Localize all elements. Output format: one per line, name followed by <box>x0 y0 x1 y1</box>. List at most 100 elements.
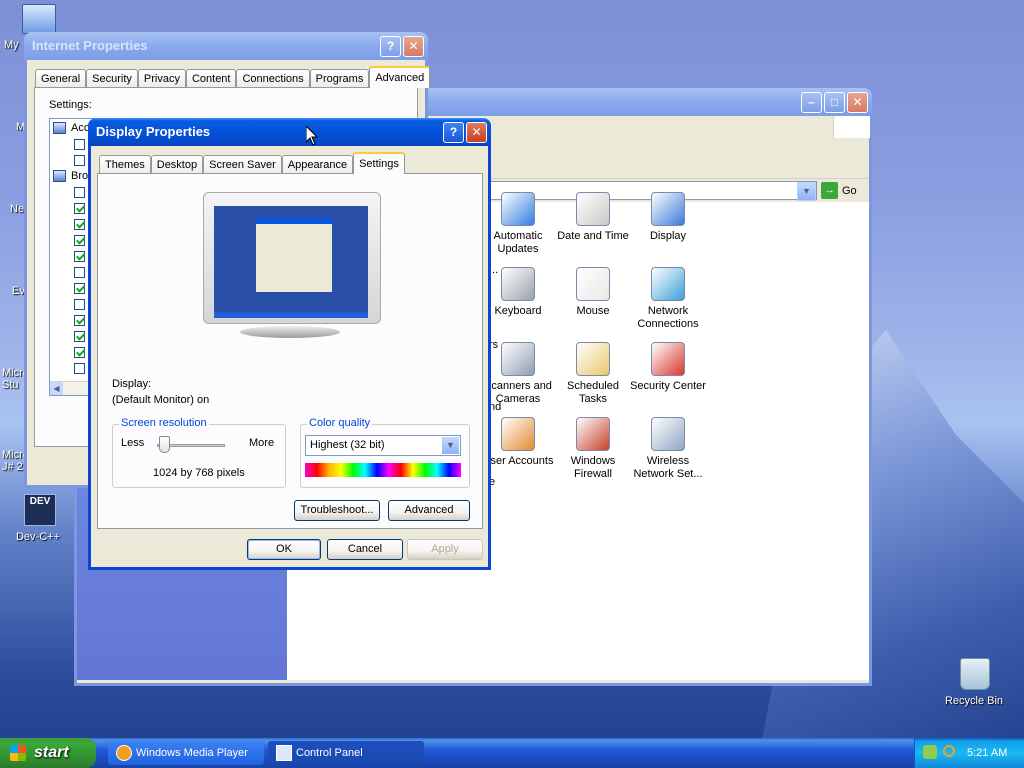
setting-checkbox[interactable] <box>74 235 85 246</box>
desktop-label-my-computer[interactable]: My <box>4 39 19 51</box>
help-icon[interactable]: ? <box>443 122 464 143</box>
clock[interactable]: 5:21 AM <box>967 738 1007 768</box>
search-tray-icon[interactable] <box>943 745 955 757</box>
control-panel-item-label: Security Center <box>630 380 706 392</box>
setting-checkbox[interactable] <box>74 203 85 214</box>
go-arrow-icon[interactable]: → <box>821 182 838 199</box>
color-spectrum-bar <box>305 463 461 477</box>
category-label: Bro <box>71 170 89 182</box>
tab-advanced[interactable]: Advanced <box>369 66 431 88</box>
setting-checkbox[interactable] <box>74 363 85 374</box>
address-dropdown-icon[interactable]: ▼ <box>797 182 816 201</box>
scroll-left-icon[interactable]: ◀ <box>50 382 63 395</box>
setting-checkbox[interactable] <box>74 283 85 294</box>
tab-programs[interactable]: Programs <box>309 69 370 88</box>
keyboard-icon <box>501 267 535 301</box>
setting-checkbox[interactable] <box>74 267 85 278</box>
control-panel-item[interactable]: Scheduled Tasks <box>553 342 633 406</box>
minimize-icon[interactable]: – <box>801 92 822 113</box>
category-icon <box>53 122 66 134</box>
control-panel-item[interactable]: Windows Firewall <box>553 417 633 481</box>
control-panel-item-label: Mouse <box>576 305 610 317</box>
advanced-button[interactable]: Advanced <box>388 500 470 521</box>
monitor-stand <box>240 326 340 338</box>
mouse-icon <box>576 267 610 301</box>
setting-checkbox[interactable] <box>74 347 85 358</box>
setting-checkbox[interactable] <box>74 219 85 230</box>
help-icon[interactable]: ? <box>380 36 401 57</box>
settings-panel: Display: (Default Monitor) on Screen res… <box>97 173 483 529</box>
screen-resolution-legend: Screen resolution <box>119 417 209 429</box>
tab-security[interactable]: Security <box>86 69 138 88</box>
desktop-label-3[interactable]: Ne <box>10 203 24 215</box>
network-connections-icon <box>651 267 685 301</box>
display-properties-titlebar[interactable]: Display Properties ? ✕ <box>88 118 491 146</box>
ok-button[interactable]: OK <box>247 539 321 560</box>
setting-checkbox[interactable] <box>74 251 85 262</box>
chevron-down-icon[interactable]: ▼ <box>442 437 459 454</box>
color-quality-select[interactable]: Highest (32 bit) ▼ <box>305 435 461 456</box>
tab-content[interactable]: Content <box>185 69 237 88</box>
setting-checkbox[interactable] <box>74 315 85 326</box>
close-icon[interactable]: ✕ <box>847 92 868 113</box>
system-tray: 5:21 AM <box>914 738 1024 768</box>
desktop-label-4[interactable]: Ev <box>12 285 25 297</box>
automatic-updates-icon <box>501 192 535 226</box>
desktop-label-recycle-bin[interactable]: Recycle Bin <box>942 695 1006 707</box>
resolution-slider-thumb[interactable] <box>158 436 170 453</box>
dev-cpp-icon[interactable]: DEV <box>24 494 56 526</box>
windows-flag-icon <box>10 745 26 761</box>
my-computer-icon[interactable] <box>22 4 56 34</box>
wireless-network-icon <box>651 417 685 451</box>
task-label: Control Panel <box>296 747 363 759</box>
display-properties-tabs: Themes Desktop Screen Saver Appearance S… <box>99 152 405 174</box>
go-button[interactable]: Go <box>842 185 857 197</box>
resolution-text: 1024 by 768 pixels <box>153 467 245 479</box>
control-panel-item[interactable]: Mouse <box>553 267 633 318</box>
tab-screen-saver[interactable]: Screen Saver <box>203 155 282 174</box>
control-panel-item[interactable]: Date and Time <box>553 192 633 243</box>
display-value: (Default Monitor) on <box>112 394 210 406</box>
task-control-panel[interactable]: Control Panel <box>268 741 424 765</box>
setting-checkbox[interactable] <box>74 331 85 342</box>
control-panel-item-label: Windows Firewall <box>570 455 616 480</box>
tab-privacy[interactable]: Privacy <box>137 69 186 88</box>
display-properties-window: Display Properties ? ✕ Themes Desktop Sc… <box>88 118 491 570</box>
control-panel-item-label: Scheduled Tasks <box>567 380 619 405</box>
start-label: start <box>34 744 69 761</box>
control-panel-item[interactable]: Network Connections <box>628 267 708 331</box>
monitor-screen <box>214 206 368 318</box>
color-quality-group: Color quality Highest (32 bit) ▼ <box>300 417 470 488</box>
internet-properties-tabs: General Security Privacy Content Connect… <box>35 66 431 88</box>
troubleshoot-button[interactable]: Troubleshoot... <box>294 500 380 521</box>
setting-checkbox[interactable] <box>74 187 85 198</box>
setting-checkbox[interactable] <box>74 299 85 310</box>
setting-checkbox[interactable] <box>74 139 85 150</box>
network-tray-icon[interactable] <box>923 745 937 759</box>
display-label: Display: <box>112 378 152 390</box>
tab-connections[interactable]: Connections <box>236 69 310 88</box>
setting-checkbox[interactable] <box>74 155 85 166</box>
recycle-bin-icon[interactable] <box>960 658 990 690</box>
scheduled-tasks-icon <box>576 342 610 376</box>
cancel-button[interactable]: Cancel <box>327 539 403 560</box>
tab-desktop[interactable]: Desktop <box>150 155 204 174</box>
apply-button[interactable]: Apply <box>407 539 483 560</box>
control-panel-item[interactable]: Security Center <box>628 342 708 393</box>
start-button[interactable]: start <box>0 738 96 768</box>
control-panel-item[interactable]: Display <box>628 192 708 243</box>
tab-settings[interactable]: Settings <box>353 152 405 174</box>
tab-general[interactable]: General <box>35 69 87 88</box>
maximize-icon[interactable]: □ <box>824 92 845 113</box>
internet-properties-titlebar[interactable]: Internet Properties ? ✕ <box>24 32 428 60</box>
tab-themes[interactable]: Themes <box>99 155 151 174</box>
close-icon[interactable]: ✕ <box>466 122 487 143</box>
scanners-cameras-icon <box>501 342 535 376</box>
tab-appearance[interactable]: Appearance <box>281 155 354 174</box>
desktop-label-dev-cpp[interactable]: Dev-C++ <box>14 531 62 543</box>
control-panel-item[interactable]: Wireless Network Set... <box>628 417 708 481</box>
close-icon[interactable]: ✕ <box>403 36 424 57</box>
control-panel-item-label: Date and Time <box>557 230 629 242</box>
preview-window <box>256 218 332 292</box>
task-windows-media-player[interactable]: Windows Media Player <box>108 741 264 765</box>
